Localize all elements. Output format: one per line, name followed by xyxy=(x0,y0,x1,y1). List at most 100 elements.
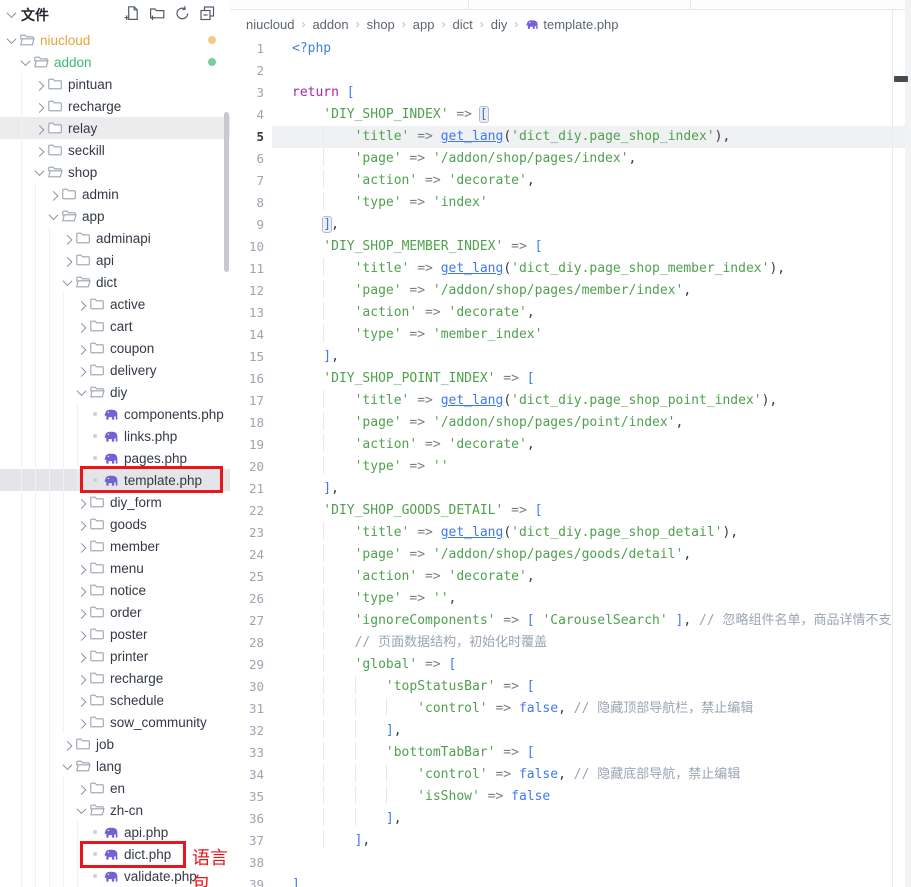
new-file-icon[interactable] xyxy=(124,5,141,22)
chevron-right-icon[interactable] xyxy=(48,190,58,200)
tree-row-adminapi[interactable]: adminapi xyxy=(0,227,230,249)
breadcrumb-item-app[interactable]: app xyxy=(413,17,435,32)
chevron-right-icon[interactable] xyxy=(76,784,86,794)
tree-row-app[interactable]: app xyxy=(0,205,230,227)
code-line[interactable]: 21], xyxy=(230,478,911,500)
tree-row-delivery[interactable]: delivery xyxy=(0,359,230,381)
code-line[interactable]: 5'title' => get_lang('dict_diy.page_shop… xyxy=(230,126,911,148)
tree-row-recharge[interactable]: recharge xyxy=(0,95,230,117)
chevron-right-icon[interactable] xyxy=(62,234,72,244)
code-line[interactable]: 20'type' => '' xyxy=(230,456,911,478)
tree-row-notice[interactable]: notice xyxy=(0,579,230,601)
code-line[interactable]: 28// 页面数据结构，初始化时覆盖 xyxy=(230,632,911,654)
tree-row-seckill[interactable]: seckill xyxy=(0,139,230,161)
code-line[interactable]: 10'DIY_SHOP_MEMBER_INDEX' => [ xyxy=(230,236,911,258)
code-line[interactable]: 30'topStatusBar' => [ xyxy=(230,676,911,698)
code-line[interactable]: 37], xyxy=(230,830,911,852)
code-line[interactable]: 32], xyxy=(230,720,911,742)
code-line[interactable]: 14'type' => 'member_index' xyxy=(230,324,911,346)
code-line[interactable]: 27'ignoreComponents' => [ 'CarouselSearc… xyxy=(230,610,911,632)
chevron-right-icon[interactable] xyxy=(34,146,44,156)
tree-row-active[interactable]: active xyxy=(0,293,230,315)
refresh-icon[interactable] xyxy=(174,5,191,22)
chevron-right-icon[interactable] xyxy=(76,608,86,618)
tree-row-admin[interactable]: admin xyxy=(0,183,230,205)
tree-row-menu[interactable]: menu xyxy=(0,557,230,579)
tree-row-member[interactable]: member xyxy=(0,535,230,557)
chevron-right-icon[interactable] xyxy=(76,344,86,354)
tree-row-order[interactable]: order xyxy=(0,601,230,623)
code-line[interactable]: 24'page' => '/addon/shop/pages/goods/det… xyxy=(230,544,911,566)
code-line[interactable]: 19'action' => 'decorate', xyxy=(230,434,911,456)
tree-row-niucloud[interactable]: niucloud xyxy=(0,29,230,51)
code-line[interactable]: 18'page' => '/addon/shop/pages/point/ind… xyxy=(230,412,911,434)
chevron-right-icon[interactable] xyxy=(34,102,44,112)
chevron-down-icon[interactable] xyxy=(6,34,16,44)
code-line[interactable]: 26'type' => '', xyxy=(230,588,911,610)
code-line[interactable]: 31'control' => false, // 隐藏顶部导航栏，禁止编辑 xyxy=(230,698,911,720)
tree-row-printer[interactable]: printer xyxy=(0,645,230,667)
code-line[interactable]: 29'global' => [ xyxy=(230,654,911,676)
collapse-all-icon[interactable] xyxy=(199,5,216,22)
chevron-down-icon[interactable] xyxy=(48,210,58,220)
chevron-right-icon[interactable] xyxy=(62,740,72,750)
tree-row-pintuan[interactable]: pintuan xyxy=(0,73,230,95)
tree-row-components-php[interactable]: components.php xyxy=(0,403,230,425)
code-line[interactable]: 23'title' => get_lang('dict_diy.page_sho… xyxy=(230,522,911,544)
tree-row-sow-community[interactable]: sow_community xyxy=(0,711,230,733)
tree-row-dict[interactable]: dict xyxy=(0,271,230,293)
chevron-down-icon[interactable] xyxy=(62,760,72,770)
code-line[interactable]: 16'DIY_SHOP_POINT_INDEX' => [ xyxy=(230,368,911,390)
chevron-right-icon[interactable] xyxy=(76,542,86,552)
tree-scrollbar-thumb[interactable] xyxy=(224,112,229,272)
chevron-right-icon[interactable] xyxy=(76,652,86,662)
code-line[interactable]: 7'action' => 'decorate', xyxy=(230,170,911,192)
tree-row-diy[interactable]: diy xyxy=(0,381,230,403)
chevron-right-icon[interactable] xyxy=(76,718,86,728)
chevron-down-icon[interactable] xyxy=(76,386,86,396)
tree-row-links-php[interactable]: links.php xyxy=(0,425,230,447)
tree-row-cart[interactable]: cart xyxy=(0,315,230,337)
tree-row-diy-form[interactable]: diy_form xyxy=(0,491,230,513)
chevron-right-icon[interactable] xyxy=(34,80,44,90)
code-line[interactable]: 22'DIY_SHOP_GOODS_DETAIL' => [ xyxy=(230,500,911,522)
chevron-right-icon[interactable] xyxy=(76,300,86,310)
chevron-right-icon[interactable] xyxy=(62,256,72,266)
code-line[interactable]: 1<?php xyxy=(230,38,911,60)
chevron-right-icon[interactable] xyxy=(76,630,86,640)
code-line[interactable]: 17'title' => get_lang('dict_diy.page_sho… xyxy=(230,390,911,412)
code-line[interactable]: 34'control' => false, // 隐藏底部导航，禁止编辑 xyxy=(230,764,911,786)
chevron-right-icon[interactable] xyxy=(76,586,86,596)
code-line[interactable]: 11'title' => get_lang('dict_diy.page_sho… xyxy=(230,258,911,280)
chevron-down-icon[interactable] xyxy=(7,8,17,18)
code-line[interactable]: 36], xyxy=(230,808,911,830)
tree-row-poster[interactable]: poster xyxy=(0,623,230,645)
code-line[interactable]: 33'bottomTabBar' => [ xyxy=(230,742,911,764)
tree-row-zh-cn[interactable]: zh-cn xyxy=(0,799,230,821)
code-line[interactable]: 13'action' => 'decorate', xyxy=(230,302,911,324)
code-line[interactable]: 38 xyxy=(230,852,911,874)
tree-row-coupon[interactable]: coupon xyxy=(0,337,230,359)
chevron-right-icon[interactable] xyxy=(34,124,44,134)
code-line[interactable]: 25'action' => 'decorate', xyxy=(230,566,911,588)
chevron-right-icon[interactable] xyxy=(76,564,86,574)
chevron-right-icon[interactable] xyxy=(76,696,86,706)
code-line[interactable]: 15], xyxy=(230,346,911,368)
tree-row-recharge[interactable]: recharge xyxy=(0,667,230,689)
breadcrumb-item-addon[interactable]: addon xyxy=(312,17,348,32)
code-line[interactable]: 35'isShow' => false xyxy=(230,786,911,808)
tree-row-goods[interactable]: goods xyxy=(0,513,230,535)
tree-row-lang[interactable]: lang xyxy=(0,755,230,777)
chevron-right-icon[interactable] xyxy=(76,322,86,332)
chevron-right-icon[interactable] xyxy=(76,498,86,508)
tree-row-template-php[interactable]: template.php xyxy=(0,469,230,491)
chevron-right-icon[interactable] xyxy=(76,366,86,376)
tree-row-en[interactable]: en xyxy=(0,777,230,799)
tree-row-api-php[interactable]: api.php xyxy=(0,821,230,843)
code-line[interactable]: 12'page' => '/addon/shop/pages/member/in… xyxy=(230,280,911,302)
chevron-down-icon[interactable] xyxy=(62,276,72,286)
tree-row-api[interactable]: api xyxy=(0,249,230,271)
breadcrumb-item-niucloud[interactable]: niucloud xyxy=(246,17,294,32)
code-line[interactable]: 8'type' => 'index' xyxy=(230,192,911,214)
code-line[interactable]: 6'page' => '/addon/shop/pages/index', xyxy=(230,148,911,170)
